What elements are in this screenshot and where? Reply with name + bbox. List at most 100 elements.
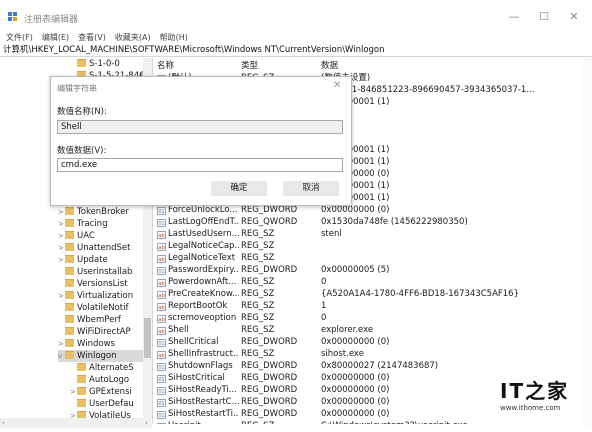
menu-item[interactable]: 查看(V) (78, 33, 106, 42)
tree-item[interactable]: > TokenBroker (58, 206, 148, 218)
folder-icon (77, 363, 86, 371)
cancel-button[interactable]: 取消 (283, 181, 339, 196)
list-item[interactable]: ab scremoveoption REG_SZ 0 (153, 312, 583, 324)
list-item[interactable]: ab PreCreateKnow... REG_SZ {A520A1A4-1780-4… (153, 288, 583, 300)
watermark-logo: IT之家 (500, 379, 570, 403)
list-item[interactable]: ab Shell REG_SZ explorer.exe (153, 324, 583, 336)
list-item[interactable]: 01 LastLogOffEndT... REG_QWORD 0x1530da748f… (153, 216, 583, 228)
tree-item[interactable]: AutoLogo (70, 374, 152, 386)
tree-item[interactable]: > UnattendSet (58, 242, 148, 254)
list-item[interactable]: ab PowerdownAft... REG_SZ 0 (153, 276, 583, 288)
list-item[interactable]: ab ShellInfrastruct... REG_SZ sihost.exe (153, 348, 583, 360)
tree-item[interactable]: WbemPerf (58, 314, 148, 326)
tree-item-label: VolatileNotif (77, 303, 129, 313)
chevron-right-icon[interactable]: > (70, 386, 77, 398)
scroll-right-icon[interactable]: › (145, 419, 148, 427)
value-type: REG_SZ (241, 325, 275, 335)
value-data-field[interactable] (57, 158, 343, 172)
reg-string-icon: ab (157, 291, 166, 299)
tree-item[interactable]: S-1-0-0 (70, 58, 152, 70)
menu-item[interactable]: 帮助(H) (160, 33, 188, 42)
tree-item-label: Windows (77, 339, 115, 349)
tree-horizontal-scrollbar[interactable]: ‹ › (0, 418, 152, 428)
minimize-button[interactable]: — (504, 10, 524, 24)
tree-item[interactable]: > Windows (58, 338, 148, 350)
chevron-right-icon[interactable]: > (58, 230, 65, 242)
tree-item[interactable]: > Tracing (58, 218, 148, 230)
reg-binary-icon: 01 (157, 411, 166, 419)
list-item[interactable]: ab LegalNoticeCap... REG_SZ (153, 240, 583, 252)
tree-item[interactable]: > Virtualization (58, 290, 148, 302)
folder-icon (65, 279, 74, 287)
chevron-right-icon[interactable]: > (58, 338, 65, 350)
dialog-close-icon[interactable]: ✕ (333, 80, 341, 91)
tree-item[interactable]: VolatileNotif (58, 302, 148, 314)
folder-icon (65, 291, 74, 299)
maximize-button[interactable]: ☐ (534, 10, 554, 24)
list-item[interactable]: abUserinit REG_SZC:\Windows\system32\user… (153, 420, 583, 424)
menu-item[interactable]: 文件(F) (6, 33, 33, 42)
column-header-name[interactable]: 名称 (157, 59, 174, 71)
chevron-right-icon[interactable]: > (58, 206, 65, 218)
chevron-right-icon[interactable]: > (58, 290, 65, 302)
value-name: LegalNoticeText (168, 253, 236, 263)
tree-item[interactable]: > UAC (58, 230, 148, 242)
menu-item[interactable]: 编辑(E) (42, 33, 69, 42)
column-header-data[interactable]: 数据 (321, 59, 338, 71)
tree-item[interactable]: > GPExtensi (70, 386, 152, 398)
menu-item[interactable]: 收藏夹(A) (115, 33, 151, 42)
value-data: 1 (321, 301, 327, 311)
tree-item[interactable]: UserDefau (70, 398, 152, 410)
chevron-down-icon[interactable]: v (58, 350, 65, 362)
value-name: scremoveoption (168, 313, 237, 323)
tree-item-label: Virtualization (77, 291, 134, 301)
folder-icon (65, 255, 74, 263)
reg-binary-icon: 01 (157, 399, 166, 407)
tree-item-label: UAC (77, 231, 95, 241)
value-type: REG_SZ (241, 277, 275, 287)
folder-icon (77, 387, 86, 395)
folder-icon (65, 327, 74, 335)
value-data: stenl (321, 229, 342, 239)
edit-string-dialog: 编辑字符串 ✕ 数值名称(N): 数值数据(V): 确定 取消 (50, 76, 352, 206)
value-name-field[interactable] (57, 120, 343, 134)
value-type: REG_SZ (241, 241, 275, 251)
tree-item-label: Update (77, 255, 108, 265)
tree-item[interactable]: AlternateS (70, 362, 152, 374)
scroll-left-icon[interactable]: ‹ (2, 419, 5, 427)
tree-item[interactable]: WiFiDirectAP (58, 326, 148, 338)
value-type: REG_SZ (241, 349, 275, 359)
title-bar: 注册表编辑器 — ☐ ✕ (0, 0, 592, 32)
reg-binary-icon: 01 (157, 387, 166, 395)
tree-item[interactable]: > Update (58, 254, 148, 266)
value-type: REG_SZ (241, 301, 275, 311)
value-data: {A520A1A4-1780-4FF6-BD18-167343C5AF16} (321, 289, 519, 299)
address-bar[interactable]: 计算机\HKEY_LOCAL_MACHINE\SOFTWARE\Microsof… (0, 44, 592, 57)
chevron-right-icon[interactable]: > (58, 218, 65, 230)
column-header-type[interactable]: 类型 (241, 59, 258, 71)
watermark-url: www.ithome.com (500, 404, 561, 412)
chevron-right-icon[interactable]: > (58, 242, 65, 254)
list-scrollbar[interactable] (583, 58, 592, 428)
value-name: ReportBootOk (168, 301, 228, 311)
ok-button[interactable]: 确定 (211, 181, 267, 196)
list-item[interactable]: ab ReportBootOk REG_SZ 1 (153, 300, 583, 312)
folder-icon (65, 303, 74, 311)
chevron-right-icon[interactable]: > (58, 254, 65, 266)
list-item[interactable]: ab LegalNoticeText REG_SZ (153, 252, 583, 264)
tree-item[interactable]: VersionsList (58, 278, 148, 290)
tree-item[interactable]: v Winlogon (58, 350, 148, 362)
value-type: REG_SZ (241, 253, 275, 263)
close-button[interactable]: ✕ (564, 10, 584, 24)
reg-string-icon: ab (157, 303, 166, 311)
list-item[interactable]: 01 ShellCritical REG_DWORD 0x00000000 (0) (153, 336, 583, 348)
tree-scroll-thumb[interactable] (144, 318, 151, 358)
value-data: 0x00000000 (0) (321, 169, 390, 179)
tree-item[interactable]: Userinstallab (58, 266, 148, 278)
list-item[interactable]: 01 PasswordExpiry... REG_DWORD 0x00000005 (… (153, 264, 583, 276)
value-name: LastUsedUsern... (168, 229, 239, 239)
list-item[interactable]: ab LastUsedUsern... REG_SZ stenl (153, 228, 583, 240)
folder-icon (77, 375, 86, 383)
value-name: Shell (168, 325, 189, 335)
list-item[interactable]: 01 ShutdownFlags REG_DWORD 0x80000027 (2147… (153, 360, 583, 372)
